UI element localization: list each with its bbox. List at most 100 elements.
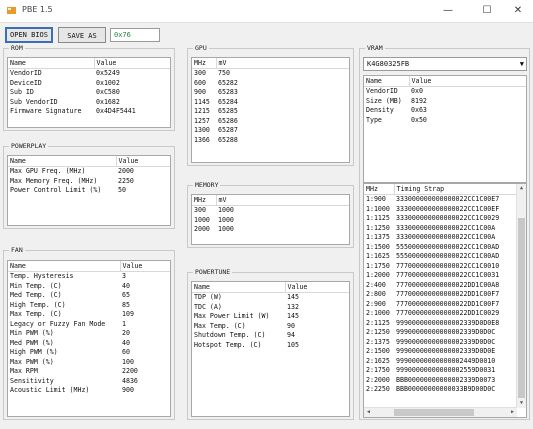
row-value-cell[interactable]: 333000000000000022CC1C0029 bbox=[394, 214, 519, 224]
horizontal-scroll-thumb[interactable] bbox=[394, 409, 474, 416]
gpu-list[interactable]: MHz mV 300 750 600 65282 900 65283 1145 65284 12… bbox=[191, 57, 350, 163]
table-row[interactable]: 2:2000 BBB00000000000002339D0073 bbox=[364, 376, 519, 386]
row-value-cell[interactable]: 777000000000000022DD1C00F7 bbox=[394, 300, 519, 310]
row-value-cell[interactable]: 65287 bbox=[216, 126, 349, 136]
table-row[interactable]: Min Temp. (C) 40 bbox=[8, 282, 170, 292]
chevron-down-icon[interactable]: ▼ bbox=[520, 58, 524, 70]
table-row[interactable]: 1:1375 333000000000000022CC1C00A bbox=[364, 233, 519, 243]
row-value-cell[interactable]: 40 bbox=[120, 282, 170, 292]
row-value-cell[interactable]: 99900000000000002339D0D0C bbox=[394, 328, 519, 338]
row-value-cell[interactable]: 0x0 bbox=[409, 87, 526, 97]
row-value-cell[interactable]: 40 bbox=[120, 339, 170, 349]
table-row[interactable]: 2:1125 99900000000000002339D0D0E8 bbox=[364, 319, 519, 329]
table-row[interactable]: Max GPU Freq. (MHz) 2000 bbox=[8, 167, 170, 177]
table-row[interactable]: 2000 1000 bbox=[192, 225, 349, 235]
table-row[interactable]: Type 0x50 bbox=[364, 116, 526, 126]
table-row[interactable]: 1366 65288 bbox=[192, 136, 349, 146]
row-value-cell[interactable]: 0x1682 bbox=[94, 98, 170, 108]
rom-header-value[interactable]: Value bbox=[94, 58, 170, 69]
row-value-cell[interactable]: 2000 bbox=[116, 167, 170, 177]
row-value-cell[interactable]: 100 bbox=[120, 358, 170, 368]
table-row[interactable]: Min PWM (%) 20 bbox=[8, 329, 170, 339]
rom-header-name[interactable]: Name bbox=[8, 58, 95, 69]
table-row[interactable]: Power Control Limit (%) 50 bbox=[8, 186, 170, 196]
vertical-scroll-thumb[interactable] bbox=[518, 218, 525, 398]
open-bios-button[interactable]: OPEN BIOS bbox=[5, 27, 53, 43]
table-row[interactable]: 900 65283 bbox=[192, 88, 349, 98]
scroll-left-icon[interactable]: ◀ bbox=[364, 408, 373, 417]
table-row[interactable]: Shutdown Temp. (C) 94 bbox=[192, 331, 349, 341]
row-value-cell[interactable]: 20 bbox=[120, 329, 170, 339]
row-value-cell[interactable]: 3 bbox=[120, 272, 170, 282]
table-row[interactable]: Sub ID 0xC580 bbox=[8, 88, 170, 98]
row-value-cell[interactable]: 555000000000000022CC1C00AD bbox=[394, 243, 519, 253]
powerplay-list[interactable]: Name Value Max GPU Freq. (MHz) 2000 Max Me… bbox=[7, 155, 171, 226]
table-row[interactable]: High PWM (%) 60 bbox=[8, 348, 170, 358]
table-row[interactable]: 1:1250 333000000000000022CC1C00A bbox=[364, 224, 519, 234]
table-row[interactable]: High Temp. (C) 85 bbox=[8, 301, 170, 311]
scroll-up-icon[interactable]: ▲ bbox=[517, 184, 526, 193]
row-value-cell[interactable]: 1 bbox=[120, 320, 170, 330]
table-row[interactable]: Max Power Limit (W) 145 bbox=[192, 312, 349, 322]
table-row[interactable]: Max PWM (%) 100 bbox=[8, 358, 170, 368]
powerplay-header-name[interactable]: Name bbox=[8, 156, 117, 167]
vram-header-name[interactable]: Name bbox=[364, 76, 410, 87]
table-row[interactable]: Med Temp. (C) 65 bbox=[8, 291, 170, 301]
row-value-cell[interactable]: 85 bbox=[120, 301, 170, 311]
table-row[interactable]: 600 65282 bbox=[192, 79, 349, 89]
powerplay-header-value[interactable]: Value bbox=[116, 156, 170, 167]
table-row[interactable]: 1:1625 555000000000000022CC1C00AD bbox=[364, 252, 519, 262]
row-value-cell[interactable]: 99900000000000002559D0031 bbox=[394, 366, 519, 376]
row-value-cell[interactable]: 105 bbox=[285, 341, 349, 351]
row-value-cell[interactable]: 90 bbox=[285, 322, 349, 332]
save-as-button[interactable]: SAVE AS bbox=[58, 27, 106, 43]
table-row[interactable]: 1300 65287 bbox=[192, 126, 349, 136]
row-value-cell[interactable]: 145 bbox=[285, 312, 349, 322]
gpu-header-mhz[interactable]: MHz bbox=[192, 58, 217, 69]
table-row[interactable]: 1:1500 555000000000000022CC1C00AD bbox=[364, 243, 519, 253]
table-row[interactable]: 2:2250 BBB00000000000033B9D00D0C bbox=[364, 385, 519, 395]
row-value-cell[interactable]: 333000000000000022CC1C00EF bbox=[394, 205, 519, 215]
row-value-cell[interactable]: 333000000000000022CC1C00A bbox=[394, 233, 519, 243]
table-row[interactable]: 2:1375 99900000000000002339D0D0C bbox=[364, 338, 519, 348]
table-row[interactable]: 1257 65286 bbox=[192, 117, 349, 127]
powertune-list[interactable]: Name Value TDP (W) 145 TDC (A) 132 Max Power… bbox=[191, 281, 350, 417]
table-row[interactable]: Med PWM (%) 40 bbox=[8, 339, 170, 349]
table-row[interactable]: Density 0x63 bbox=[364, 106, 526, 116]
table-row[interactable]: Max RPM 2200 bbox=[8, 367, 170, 377]
memory-header-mhz[interactable]: MHz bbox=[192, 195, 217, 206]
table-row[interactable]: Sensitivity 4836 bbox=[8, 377, 170, 387]
row-value-cell[interactable]: 99900000000000002339D0D0E bbox=[394, 347, 519, 357]
minimize-button[interactable]: — bbox=[433, 0, 463, 22]
table-row[interactable]: TDC (A) 132 bbox=[192, 303, 349, 313]
powertune-header-value[interactable]: Value bbox=[285, 282, 349, 293]
table-row[interactable]: 2:800 777000000000000022DD1C00F7 bbox=[364, 290, 519, 300]
table-row[interactable]: Firmware Signature 0x4D4F5441 bbox=[8, 107, 170, 117]
row-value-cell[interactable]: 900 bbox=[120, 386, 170, 396]
table-row[interactable]: Legacy or Fuzzy Fan Mode 1 bbox=[8, 320, 170, 330]
table-row[interactable]: TDP (W) 145 bbox=[192, 293, 349, 303]
table-row[interactable]: Sub VendorID 0x1682 bbox=[8, 98, 170, 108]
timing-horizontal-scrollbar[interactable]: ◀ ▶ bbox=[364, 407, 517, 417]
fan-list[interactable]: Name Value Temp. Hysteresis 3 Min Temp. (C… bbox=[7, 260, 171, 417]
row-value-cell[interactable]: 1000 bbox=[216, 206, 349, 216]
row-value-cell[interactable]: 65288 bbox=[216, 136, 349, 146]
row-value-cell[interactable]: 50 bbox=[116, 186, 170, 196]
row-value-cell[interactable]: 99900000000000002449D0010 bbox=[394, 357, 519, 367]
row-value-cell[interactable]: BBB00000000000033B9D00D0C bbox=[394, 385, 519, 395]
row-value-cell[interactable]: 109 bbox=[120, 310, 170, 320]
row-value-cell[interactable]: 0x63 bbox=[409, 106, 526, 116]
table-row[interactable]: 300 1000 bbox=[192, 206, 349, 216]
row-value-cell[interactable]: 99900000000000002339D0D0C bbox=[394, 338, 519, 348]
table-row[interactable]: Max Temp. (C) 90 bbox=[192, 322, 349, 332]
vram-select[interactable]: K4G80325FB ▼ bbox=[363, 57, 527, 71]
table-row[interactable]: Acoustic Limit (MHz) 900 bbox=[8, 386, 170, 396]
memory-header-mv[interactable]: mV bbox=[216, 195, 349, 206]
row-value-cell[interactable]: 65286 bbox=[216, 117, 349, 127]
row-value-cell[interactable]: 777000000000000022DD1C0029 bbox=[394, 309, 519, 319]
row-value-cell[interactable]: 99900000000000002339D0D0E8 bbox=[394, 319, 519, 329]
row-value-cell[interactable]: 555000000000000022CC1C00AD bbox=[394, 252, 519, 262]
scroll-right-icon[interactable]: ▶ bbox=[508, 408, 517, 417]
row-value-cell[interactable]: BBB00000000000002339D0073 bbox=[394, 376, 519, 386]
row-value-cell[interactable]: 333000000000000022CC1C00E7 bbox=[394, 195, 519, 205]
